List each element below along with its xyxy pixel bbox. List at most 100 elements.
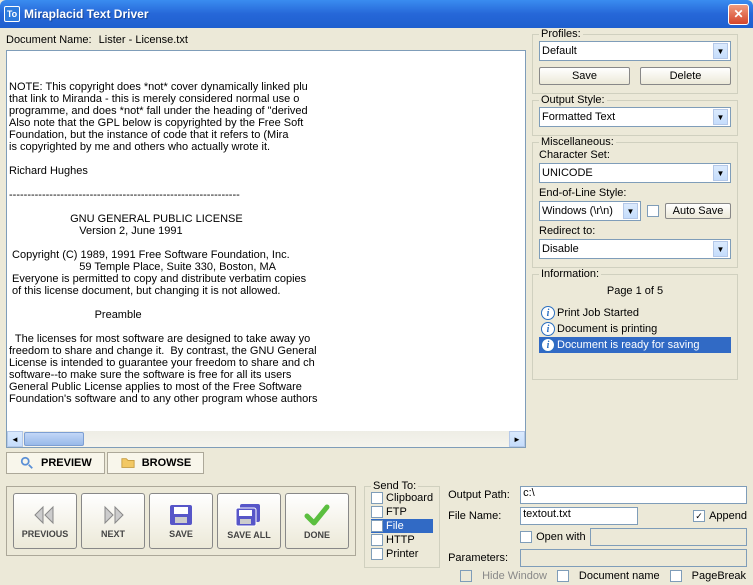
document-name-value: Lister - License.txt xyxy=(99,34,188,46)
send-to-label: File xyxy=(386,520,404,532)
output-options: Output Path: c:\ File Name: textout.txt … xyxy=(448,486,747,585)
profiles-value: Default xyxy=(542,45,713,57)
page-indicator: Page 1 of 5 xyxy=(539,281,731,305)
append-label: Append xyxy=(709,510,747,522)
folder-icon xyxy=(120,456,136,470)
parameters-label: Parameters: xyxy=(448,552,516,564)
redirect-combo[interactable]: Disable ▼ xyxy=(539,239,731,259)
output-path-input[interactable]: c:\ xyxy=(520,486,747,504)
app-icon: To xyxy=(4,6,20,22)
send-to-checkbox[interactable] xyxy=(371,506,383,518)
send-to-group: Send To: ClipboardFTP✓FileHTTPPrinter xyxy=(364,486,440,568)
checkmark-icon xyxy=(303,502,331,528)
info-legend: Information: xyxy=(539,268,601,280)
redirect-label: Redirect to: xyxy=(539,225,731,237)
profile-delete-button[interactable]: Delete xyxy=(640,67,731,85)
save-button[interactable]: SAVE xyxy=(149,493,213,549)
page-break-checkbox[interactable] xyxy=(670,570,682,582)
output-style-combo[interactable]: Formatted Text ▼ xyxy=(539,107,731,127)
info-icon: i xyxy=(541,338,555,352)
charset-label: Character Set: xyxy=(539,149,731,161)
magnifier-icon xyxy=(19,456,35,470)
profiles-combo[interactable]: Default ▼ xyxy=(539,41,731,61)
info-item-text: Document is ready for saving xyxy=(557,339,699,351)
scroll-left-arrow[interactable]: ◄ xyxy=(7,431,23,447)
open-with-input[interactable] xyxy=(590,528,747,546)
horizontal-scrollbar[interactable]: ◄ ► xyxy=(7,431,525,447)
tab-browse[interactable]: BROWSE xyxy=(107,452,205,474)
misc-legend: Miscellaneous: xyxy=(539,136,616,148)
send-to-legend: Send To: xyxy=(371,480,418,492)
eol-combo[interactable]: Windows (\r\n) ▼ xyxy=(539,201,641,221)
open-with-label: Open with xyxy=(536,531,586,543)
autosave-button[interactable]: Auto Save xyxy=(665,203,731,219)
title-bar: To Miraplacid Text Driver ✕ xyxy=(0,0,753,28)
scroll-thumb[interactable] xyxy=(24,432,84,446)
eol-label: End-of-Line Style: xyxy=(539,187,731,199)
chevron-down-icon: ▼ xyxy=(713,43,728,59)
autosave-checkbox[interactable] xyxy=(647,205,659,217)
text-preview-box[interactable]: NOTE: This copyright does *not* cover dy… xyxy=(6,50,526,448)
action-button-bar: PREVIOUS NEXT SAVE SAVE ALL DONE xyxy=(6,486,356,556)
send-to-item[interactable]: HTTP xyxy=(371,533,433,547)
output-path-label: Output Path: xyxy=(448,489,516,501)
floppy-icon xyxy=(168,503,194,527)
send-to-item[interactable]: ✓File xyxy=(371,519,433,533)
charset-combo[interactable]: UNICODE ▼ xyxy=(539,163,731,183)
info-group: Information: Page 1 of 5 iPrint Job Star… xyxy=(532,274,738,380)
redirect-value: Disable xyxy=(542,243,713,255)
send-to-label: HTTP xyxy=(386,534,415,546)
next-button[interactable]: NEXT xyxy=(81,493,145,549)
profiles-legend: Profiles: xyxy=(539,28,583,40)
hide-window-checkbox[interactable] xyxy=(460,570,472,582)
document-name-checkbox[interactable] xyxy=(557,570,569,582)
info-icon: i xyxy=(541,306,555,320)
info-item-text: Print Job Started xyxy=(557,307,639,319)
append-checkbox[interactable]: ✓ xyxy=(693,510,705,522)
parameters-input[interactable] xyxy=(520,549,747,567)
document-name-row: Document Name: Lister - License.txt xyxy=(6,34,526,46)
send-to-item[interactable]: Clipboard xyxy=(371,491,433,505)
send-to-label: FTP xyxy=(386,506,407,518)
file-name-label: File Name: xyxy=(448,510,516,522)
charset-value: UNICODE xyxy=(542,167,713,179)
info-item[interactable]: iDocument is printing xyxy=(539,321,731,337)
tab-browse-label: BROWSE xyxy=(142,457,192,469)
window-title: Miraplacid Text Driver xyxy=(24,7,728,21)
info-item[interactable]: iDocument is ready for saving xyxy=(539,337,731,353)
close-button[interactable]: ✕ xyxy=(728,4,749,25)
previous-button[interactable]: PREVIOUS xyxy=(13,493,77,549)
done-button[interactable]: DONE xyxy=(285,493,349,549)
floppy-multi-icon xyxy=(234,502,264,528)
info-icon: i xyxy=(541,322,555,336)
page-break-label: PageBreak xyxy=(692,570,746,582)
info-item-text: Document is printing xyxy=(557,323,657,335)
hide-window-label: Hide Window xyxy=(482,570,547,582)
send-to-item[interactable]: Printer xyxy=(371,547,433,561)
profiles-group: Profiles: Default ▼ Save Delete xyxy=(532,34,738,94)
send-to-label: Printer xyxy=(386,548,418,560)
profile-save-button[interactable]: Save xyxy=(539,67,630,85)
send-to-checkbox[interactable] xyxy=(371,492,383,504)
info-list: iPrint Job StartediDocument is printingi… xyxy=(539,305,731,353)
scroll-right-arrow[interactable]: ► xyxy=(509,431,525,447)
save-all-button[interactable]: SAVE ALL xyxy=(217,493,281,549)
chevron-down-icon: ▼ xyxy=(713,241,728,257)
tab-preview-label: PREVIEW xyxy=(41,457,92,469)
send-to-checkbox[interactable] xyxy=(371,548,383,560)
send-to-item[interactable]: FTP xyxy=(371,505,433,519)
info-item[interactable]: iPrint Job Started xyxy=(539,305,731,321)
eol-value: Windows (\r\n) xyxy=(542,205,623,217)
output-style-legend: Output Style: xyxy=(539,94,607,106)
scroll-track[interactable] xyxy=(85,431,509,447)
misc-group: Miscellaneous: Character Set: UNICODE ▼ … xyxy=(532,142,738,268)
tab-preview[interactable]: PREVIEW xyxy=(6,452,105,474)
next-icon xyxy=(97,503,129,527)
chevron-down-icon: ▼ xyxy=(713,165,728,181)
document-name-opt-label: Document name xyxy=(579,570,660,582)
send-to-checkbox[interactable] xyxy=(371,534,383,546)
open-with-checkbox[interactable] xyxy=(520,531,532,543)
file-name-input[interactable]: textout.txt xyxy=(520,507,638,525)
send-to-checkbox[interactable]: ✓ xyxy=(371,520,383,532)
previous-icon xyxy=(29,503,61,527)
